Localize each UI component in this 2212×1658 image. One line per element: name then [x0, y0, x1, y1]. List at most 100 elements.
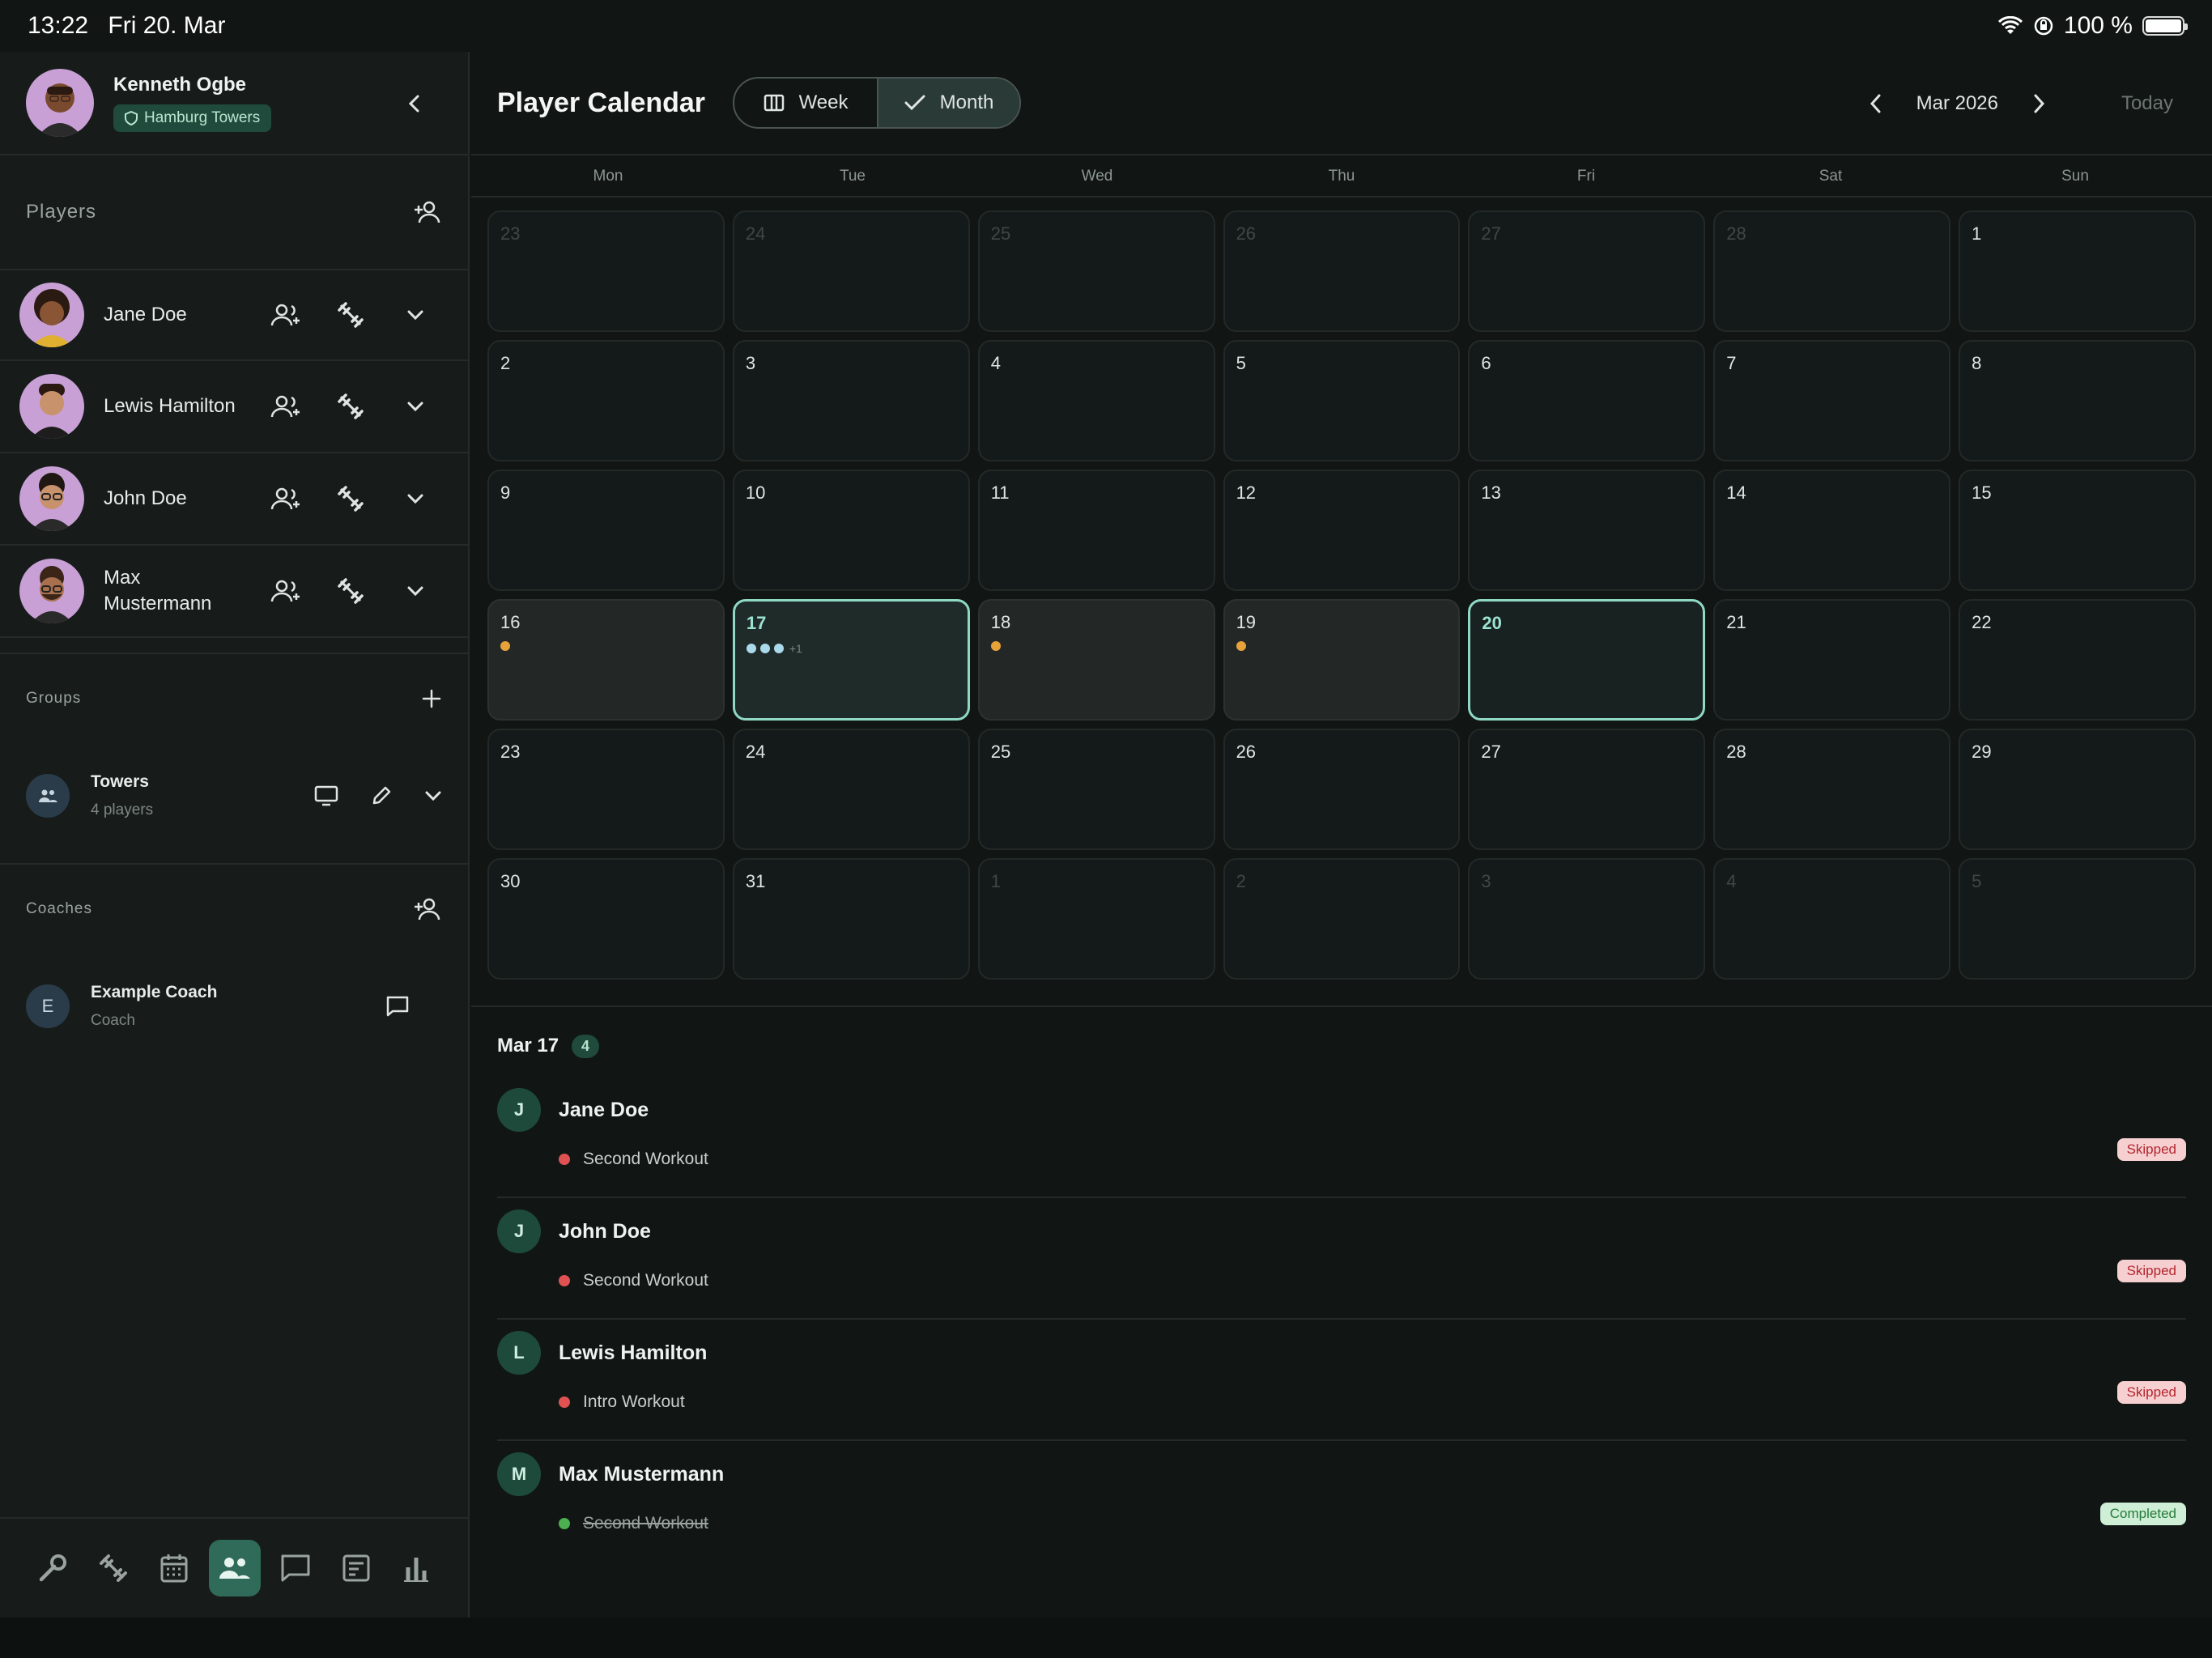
calendar-day[interactable]: 19: [1223, 599, 1461, 721]
player-row[interactable]: Lewis Hamilton: [0, 361, 468, 453]
day-number: 3: [745, 353, 756, 373]
bottom-navigation: [0, 1517, 470, 1618]
team-badge: Hamburg Towers: [113, 104, 272, 132]
calendar-day[interactable]: 15: [1959, 470, 2196, 591]
entry-player-name: Lewis Hamilton: [559, 1341, 708, 1364]
collapse-sidebar-button[interactable]: [398, 87, 431, 120]
expand-chevron-icon[interactable]: [398, 482, 432, 516]
workout-icon[interactable]: [334, 574, 368, 608]
day-detail-panel: Mar 17 4 J Jane Doe Second Workout Skipped J…: [471, 1015, 2212, 1562]
add-to-group-icon[interactable]: [269, 482, 303, 516]
nav-notes[interactable]: [330, 1540, 382, 1596]
calendar-day[interactable]: 18: [977, 599, 1215, 721]
calendar-day[interactable]: 6: [1468, 340, 1706, 461]
calendar-day[interactable]: 11: [977, 470, 1215, 591]
calendar-day[interactable]: 3: [1468, 858, 1706, 980]
nav-tools[interactable]: [27, 1540, 79, 1596]
add-group-icon[interactable]: [421, 688, 442, 709]
workout-icon[interactable]: [334, 482, 368, 516]
expand-chevron-icon[interactable]: [424, 790, 442, 801]
calendar-day[interactable]: 25: [977, 729, 1215, 850]
expand-chevron-icon[interactable]: [398, 574, 432, 608]
calendar-day[interactable]: 3: [732, 340, 970, 461]
calendar-day[interactable]: 4: [1713, 858, 1951, 980]
calendar-day[interactable]: 31: [732, 858, 970, 980]
calendar-day[interactable]: 24: [732, 729, 970, 850]
player-row[interactable]: Max Mustermann: [0, 546, 468, 638]
month-view-button[interactable]: Month: [877, 79, 1020, 127]
calendar-day[interactable]: 26: [1223, 729, 1461, 850]
calendar-day[interactable]: 29: [1959, 729, 2196, 850]
calendar-day[interactable]: 2: [487, 340, 725, 461]
event-dots: [990, 641, 1202, 651]
calendar-day[interactable]: 8: [1959, 340, 2196, 461]
workout-entry[interactable]: J Jane Doe Second Workout Skipped: [497, 1077, 2186, 1198]
today-button[interactable]: Today: [2121, 52, 2173, 155]
add-player-icon[interactable]: [413, 200, 442, 224]
group-row[interactable]: Towers 4 players: [0, 743, 468, 848]
add-to-group-icon[interactable]: [269, 298, 303, 332]
nav-workouts[interactable]: [87, 1540, 139, 1596]
calendar-day[interactable]: 13: [1468, 470, 1706, 591]
calendar-day[interactable]: 10: [732, 470, 970, 591]
selected-date: Mar 17: [497, 1035, 559, 1056]
chevron-left-icon[interactable]: [1868, 93, 1884, 114]
calendar-day[interactable]: 27: [1468, 729, 1706, 850]
nav-players[interactable]: [208, 1540, 261, 1596]
calendar-day[interactable]: 28: [1713, 210, 1951, 332]
workout-entry[interactable]: J John Doe Second Workout Skipped: [497, 1198, 2186, 1320]
workout-icon[interactable]: [334, 389, 368, 423]
expand-chevron-icon[interactable]: [398, 389, 432, 423]
player-row[interactable]: Jane Doe: [0, 269, 468, 361]
player-row[interactable]: John Doe: [0, 453, 468, 546]
calendar-day[interactable]: 1: [977, 858, 1215, 980]
display-icon[interactable]: [314, 785, 338, 806]
workout-entry[interactable]: L Lewis Hamilton Intro Workout Skipped: [497, 1320, 2186, 1441]
day-number: 12: [1236, 483, 1257, 503]
calendar-day[interactable]: 23: [487, 210, 725, 332]
nav-calendar[interactable]: [148, 1540, 200, 1596]
calendar-day[interactable]: 26: [1223, 210, 1461, 332]
calendar-day[interactable]: 28: [1713, 729, 1951, 850]
calendar-day[interactable]: 14: [1713, 470, 1951, 591]
calendar-day[interactable]: 5: [1959, 858, 2196, 980]
calendar-day[interactable]: 16: [487, 599, 725, 721]
add-to-group-icon[interactable]: [269, 389, 303, 423]
calendar-day[interactable]: 9: [487, 470, 725, 591]
nav-chat[interactable]: [270, 1540, 321, 1596]
calendar-icon: [160, 1554, 188, 1583]
expand-chevron-icon[interactable]: [398, 298, 432, 332]
workout-entry[interactable]: M Max Mustermann Second Workout Completed: [497, 1441, 2186, 1562]
calendar-day[interactable]: 1: [1959, 210, 2196, 332]
calendar-day[interactable]: 17 +1: [732, 599, 970, 721]
nav-stats[interactable]: [390, 1540, 442, 1596]
calendar-day[interactable]: 22: [1959, 599, 2196, 721]
week-view-button[interactable]: Week: [734, 79, 877, 127]
calendar-day[interactable]: 24: [732, 210, 970, 332]
calendar-day[interactable]: 5: [1223, 340, 1461, 461]
calendar-day[interactable]: 27: [1468, 210, 1706, 332]
event-dot: [990, 641, 1001, 651]
add-coach-icon[interactable]: [413, 897, 442, 921]
player-initial-avatar: J: [497, 1088, 541, 1132]
calendar-day[interactable]: 2: [1223, 858, 1461, 980]
chevron-left-icon: [408, 95, 419, 113]
day-number: 23: [500, 223, 521, 244]
coach-row[interactable]: E Example Coach Coach: [0, 954, 468, 1059]
calendar-day[interactable]: 25: [977, 210, 1215, 332]
calendar-day[interactable]: 23: [487, 729, 725, 850]
workout-icon[interactable]: [334, 298, 368, 332]
calendar-day[interactable]: 20: [1468, 599, 1706, 721]
chat-icon[interactable]: [385, 995, 410, 1018]
chevron-right-icon[interactable]: [2031, 93, 2047, 114]
player-initial-avatar: J: [497, 1209, 541, 1253]
edit-icon[interactable]: [371, 785, 392, 806]
calendar-day[interactable]: 12: [1223, 470, 1461, 591]
calendar-day[interactable]: 21: [1713, 599, 1951, 721]
calendar-day[interactable]: 30: [487, 858, 725, 980]
calendar-day[interactable]: 4: [977, 340, 1215, 461]
add-to-group-icon[interactable]: [269, 574, 303, 608]
workout-name: Intro Workout: [583, 1392, 685, 1411]
calendar-day[interactable]: 7: [1713, 340, 1951, 461]
avatar[interactable]: [26, 69, 94, 137]
